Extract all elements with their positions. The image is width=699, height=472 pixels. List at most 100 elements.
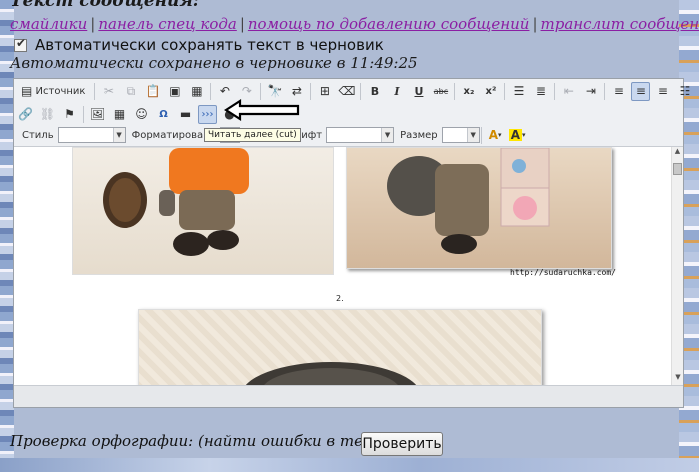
paste-word-button[interactable]: ▦ [187, 82, 206, 101]
link-separator: | [532, 15, 538, 33]
unlink-icon: ⛓ [39, 107, 56, 121]
underline-button[interactable]: U [409, 82, 428, 101]
chevron-down-icon: ▾ [498, 131, 502, 139]
find-button[interactable]: 🔭 [265, 82, 284, 101]
image-button[interactable]: 🖼 [88, 105, 107, 124]
source-label: Источник [35, 85, 86, 97]
table-button[interactable]: ▦ [110, 105, 129, 124]
table-icon: ▦ [113, 107, 126, 121]
italic-button[interactable]: I [387, 82, 406, 101]
size-label: Размер [400, 129, 438, 141]
toy-photo-pinecone [72, 147, 334, 275]
subscript-button[interactable]: x₂ [459, 82, 478, 101]
select-all-icon: ⊞ [319, 84, 330, 98]
horizontal-rule-icon: ▬ [179, 107, 192, 121]
copy-icon: ⧉ [126, 84, 136, 98]
link-button[interactable]: 🔗 [16, 105, 35, 124]
special-code-panel-link[interactable]: панель спец кода [98, 15, 236, 33]
autosave-checkbox[interactable] [14, 36, 27, 52]
toolbar-separator [454, 82, 456, 100]
bulleted-list-icon: ≣ [535, 84, 546, 98]
copy-button[interactable]: ⧉ [121, 82, 140, 101]
scrollbar-thumb[interactable] [673, 163, 682, 175]
remove-format-icon: ⌫ [338, 84, 356, 98]
spellcheck-button[interactable]: Проверить [361, 432, 443, 456]
bg-color-icon: A [508, 128, 523, 142]
find-icon: 🔭 [267, 84, 283, 98]
read-more-icon: ››› [201, 108, 214, 120]
text-color-button[interactable]: A ▾ [486, 126, 505, 145]
horizontal-rule-button[interactable]: ▬ [176, 105, 195, 124]
numbered-list-button[interactable]: ☰ [509, 82, 528, 101]
replace-button[interactable]: ⇄ [287, 82, 306, 101]
unlink-button[interactable]: ⛓ [38, 105, 57, 124]
toolbar-separator [554, 82, 556, 100]
annotation-arrow-icon [224, 99, 300, 121]
toy-photo-blocks [346, 147, 612, 269]
align-center-button[interactable]: ≡ [631, 81, 651, 101]
toolbar-separator [83, 105, 84, 123]
source-button[interactable]: ▤ Источник [16, 82, 90, 101]
chevron-down-icon: ▼ [381, 128, 394, 142]
paste-button[interactable]: 📋 [143, 82, 162, 101]
redo-icon: ↷ [241, 84, 252, 98]
toolbar-separator [604, 82, 606, 100]
text-color-icon: A [488, 128, 499, 142]
align-right-button[interactable]: ≡ [653, 82, 672, 101]
special-char-button[interactable]: Ω [154, 105, 173, 124]
outdent-button[interactable]: ⇤ [559, 82, 578, 101]
size-select[interactable]: ▼ [441, 127, 480, 143]
bulleted-list-button[interactable]: ≣ [531, 82, 550, 101]
smileys-link[interactable]: смайлики [10, 15, 87, 33]
autosave-option: Автоматически сохранять текст в черновик [14, 36, 384, 54]
editor-content-area[interactable]: http://sudaruchka.com/ 2. ▲ ▼ [14, 147, 683, 385]
remove-format-button[interactable]: ⌫ [337, 82, 356, 101]
photo-illustration [387, 148, 550, 254]
smiley-icon: ☺ [135, 107, 148, 121]
cut-icon: ✂ [103, 84, 114, 98]
undo-icon: ↶ [219, 84, 230, 98]
redo-button[interactable]: ↷ [237, 82, 256, 101]
cut-button[interactable]: ✂ [99, 82, 118, 101]
style-select[interactable]: ▼ [57, 127, 126, 143]
strikethrough-button[interactable]: abc [431, 82, 450, 101]
align-center-icon: ≡ [635, 84, 646, 98]
bold-button[interactable]: B [365, 82, 384, 101]
smiley-button[interactable]: ☺ [132, 105, 151, 124]
autosave-status: Автоматически сохранено в черновике в 11… [10, 54, 418, 72]
image-icon: 🖼 [89, 107, 106, 121]
editor-scrollbar[interactable]: ▲ ▼ [671, 147, 683, 385]
read-more-cut-button[interactable]: ››› [198, 104, 217, 124]
photo-illustration [103, 148, 249, 256]
chevron-down-icon: ▼ [112, 128, 125, 142]
scroll-up-icon[interactable]: ▲ [672, 147, 683, 159]
transliterate-link[interactable]: транслит сообщения [541, 15, 699, 33]
paste-text-button[interactable]: ▣ [165, 82, 184, 101]
spellcheck-label: Проверка орфографии: (найти ошибки в тек… [10, 432, 410, 450]
bg-color-button[interactable]: A ▾ [508, 126, 527, 145]
message-text-title: Текст сообщения: [10, 0, 200, 11]
link-separator: | [90, 15, 96, 33]
align-left-button[interactable]: ≡ [609, 82, 628, 101]
undo-button[interactable]: ↶ [215, 82, 234, 101]
align-right-icon: ≡ [657, 84, 668, 98]
indent-button[interactable]: ⇥ [581, 82, 600, 101]
anchor-button[interactable]: ⚑ [60, 105, 79, 124]
source-icon: ▤ [21, 84, 33, 98]
toolbar-separator [360, 82, 362, 100]
help-adding-messages-link[interactable]: помощь по добавлению сообщений [248, 15, 530, 33]
style-label: Стиль [22, 129, 54, 141]
editor-status-bar [14, 385, 683, 407]
select-all-button[interactable]: ⊞ [315, 82, 334, 101]
paste-text-icon: ▣ [169, 84, 181, 98]
autosave-label: Автоматически сохранять текст в черновик [35, 36, 384, 54]
scroll-down-icon[interactable]: ▼ [672, 373, 683, 385]
anchor-icon: ⚑ [64, 107, 75, 121]
editor-links: смайлики | панель спец кода | помощь по доба… [10, 15, 699, 33]
font-select[interactable]: ▼ [326, 127, 395, 143]
justify-button[interactable]: ☷ [675, 82, 694, 101]
photo-credit: http://sudaruchka.com/ [510, 268, 616, 277]
superscript-button[interactable]: x² [481, 82, 500, 101]
chevron-down-icon: ▾ [522, 131, 526, 139]
replace-icon: ⇄ [291, 84, 302, 98]
